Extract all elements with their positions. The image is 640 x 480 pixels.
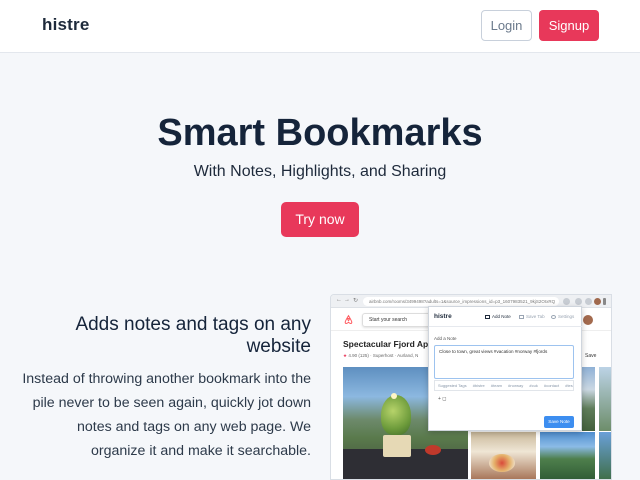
note-text: Close to town, great views #vacation #no… — [439, 349, 548, 354]
gear-icon — [551, 315, 556, 319]
forward-icon: → — [344, 297, 350, 303]
tab-settings: Settings — [551, 314, 574, 319]
bookmark-icon — [519, 315, 524, 319]
extension-icon — [585, 298, 592, 305]
suggested-tag: #team — [490, 383, 503, 388]
menu-dots-icon — [603, 298, 606, 305]
tab-add-note: Add Note — [485, 314, 511, 319]
superhost-badge: Superhost — [372, 353, 394, 358]
try-now-button[interactable]: Try now — [281, 202, 359, 237]
save-label: Save — [585, 353, 597, 359]
profile-avatar-icon — [594, 298, 601, 305]
suggested-tags-label: Suggested Tags — [438, 383, 467, 388]
add-note-label: Add a Note — [434, 336, 457, 341]
signup-button[interactable]: Signup — [539, 10, 599, 41]
histre-extension-icon — [575, 298, 582, 305]
feature-title: Adds notes and tags on any website — [75, 314, 311, 357]
add-attachment-icon: + ◻ — [438, 396, 447, 402]
listing-title: Spectacular Fjord Apar — [343, 339, 437, 349]
suggested-tags-row: Suggested Tags #bistre #team #norway #cu… — [434, 380, 574, 391]
logo[interactable]: histre — [42, 15, 90, 35]
site-avatar — [583, 315, 593, 325]
fruit-bowl-shape — [489, 454, 515, 472]
listing-photo-4 — [540, 432, 595, 479]
listing-reviews: (125) — [358, 353, 369, 358]
rating-star-icon: ★ — [343, 353, 348, 358]
popup-header: histre Add Note Save Tab Settings — [429, 307, 583, 327]
fruit-shape — [425, 445, 441, 455]
hero-subtitle: With Notes, Highlights, and Sharing — [193, 163, 447, 180]
histre-extension-popup: histre Add Note Save Tab Settings Add a … — [428, 306, 583, 431]
suggested-tag: #bistre — [472, 383, 485, 388]
site-search-input: Start your search — [362, 313, 434, 327]
listing-rating: 4.90 — [348, 353, 358, 358]
listing-photo-5 — [599, 367, 611, 431]
suggested-tag: #cuk — [529, 383, 538, 388]
tab-save-tab: Save Tab — [519, 314, 545, 319]
login-button[interactable]: Login — [481, 10, 532, 41]
plant-shape — [381, 395, 411, 435]
star-icon — [563, 298, 570, 305]
flower-shape — [391, 393, 397, 399]
pot-shape — [383, 435, 411, 457]
airbnb-logo-icon — [344, 314, 353, 324]
hero-title: Smart Bookmarks — [157, 112, 483, 154]
suggested-tag: #contact — [543, 383, 560, 388]
top-navbar: histre Login Signup — [0, 0, 640, 53]
listing-meta: ★ 4.90 (125) · Superhost · Aurland, N — [343, 353, 419, 358]
listing-location: Aurland, N — [397, 353, 419, 358]
popup-logo: histre — [434, 313, 452, 320]
address-bar: airbnb.com/rooms/3499498?adults=1&source… — [363, 297, 559, 306]
listing-photo-6 — [599, 432, 611, 479]
note-icon — [485, 315, 490, 319]
back-icon: ← — [336, 297, 342, 303]
suggested-tag: #tes — [565, 383, 573, 388]
listing-photo-3 — [471, 432, 536, 479]
reload-icon: ↻ — [353, 298, 359, 304]
save-note-button: Save Note — [544, 416, 574, 428]
note-textarea: Close to town, great views #vacation #no… — [434, 345, 574, 379]
feature-description: Instead of throwing another bookmark int… — [22, 371, 311, 459]
suggested-tag: #norway — [508, 383, 524, 388]
